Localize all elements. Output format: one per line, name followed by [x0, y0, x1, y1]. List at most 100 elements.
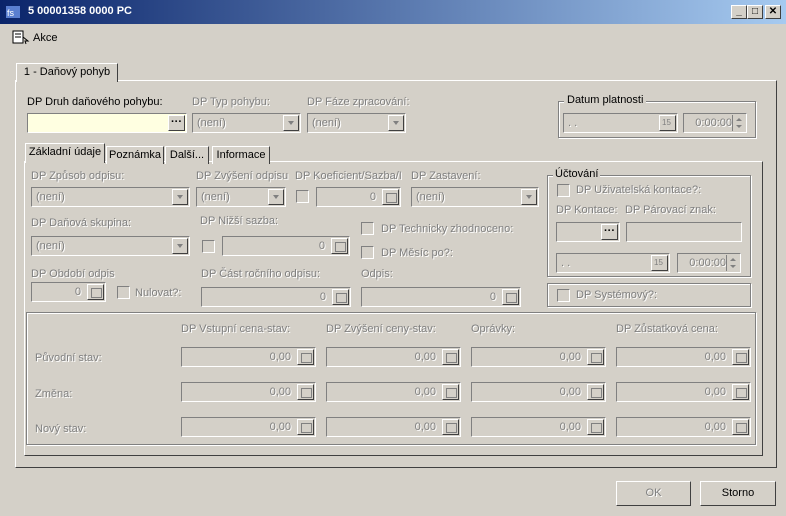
calculator-icon[interactable] [587, 384, 604, 400]
storno-button[interactable]: Storno [700, 481, 776, 506]
nizsi-checkbox[interactable] [202, 240, 215, 253]
grid-cell[interactable]: 0,00 [326, 347, 461, 367]
odpis-input[interactable]: 0 [361, 287, 521, 307]
kontace-label: DP Kontace: [556, 204, 618, 216]
calculator-icon[interactable] [332, 289, 349, 305]
chevron-down-icon[interactable] [283, 115, 299, 131]
close-button[interactable]: ✕ [765, 5, 781, 19]
grid-cell[interactable]: 0,00 [326, 382, 461, 402]
skupina-select[interactable]: (není) [31, 236, 190, 256]
calendar-icon[interactable]: 15 [651, 255, 668, 271]
zvyseni-select[interactable]: (není) [196, 187, 286, 207]
systemovy-label: DP Systémový?: [576, 289, 658, 301]
nulovat-label: Nulovat?: [135, 287, 182, 299]
ok-button[interactable]: OK [616, 481, 691, 506]
nulovat-checkbox[interactable] [117, 286, 130, 299]
calculator-icon[interactable] [587, 349, 604, 365]
chevron-down-icon[interactable] [172, 238, 188, 254]
grid-cell[interactable]: 0,00 [471, 382, 606, 402]
grid-header-zustatkova: DP Zůstatková cena: [616, 323, 718, 335]
uctovani-date-input[interactable]: . . 15 [556, 253, 670, 273]
calculator-icon[interactable] [442, 349, 459, 365]
zastaveni-select[interactable]: (není) [411, 187, 539, 207]
calculator-icon[interactable] [732, 419, 749, 435]
mesic-label: DP Měsíc po?: [381, 247, 453, 259]
cast-label: DP Část ročního odpisu: [201, 268, 321, 280]
koef-label: DP Koeficient/Sazba/I [295, 170, 402, 182]
calculator-icon[interactable] [331, 238, 348, 254]
parovaci-input[interactable] [626, 222, 742, 242]
grid-cell[interactable]: 0,00 [181, 382, 316, 402]
tab-zakladni-udaje[interactable]: Základní údaje [25, 143, 105, 163]
calendar-icon[interactable]: 15 [659, 115, 676, 131]
calculator-icon[interactable] [502, 289, 519, 305]
koef-input[interactable]: 0 [316, 187, 401, 207]
tech-label: DP Technicky zhodnoceno: [381, 223, 514, 235]
tech-checkbox[interactable] [361, 222, 374, 235]
spinner-icon[interactable] [726, 255, 739, 271]
grid-cell[interactable]: 0,00 [616, 382, 751, 402]
row-label-puvodni: Původní stav: [35, 352, 102, 364]
grid-cell[interactable]: 0,00 [181, 347, 316, 367]
typ-select[interactable]: (není) [192, 113, 301, 133]
faze-select[interactable]: (není) [307, 113, 406, 133]
zvyseni-label: DP Zvýšení odpisu [196, 170, 289, 182]
chevron-down-icon[interactable] [268, 189, 284, 205]
kontace-lookup-button[interactable]: ··· [601, 224, 618, 240]
calculator-icon[interactable] [297, 349, 314, 365]
grid-cell[interactable]: 0,00 [616, 347, 751, 367]
uziv-checkbox[interactable] [557, 184, 570, 197]
druh-input[interactable]: ··· [27, 113, 187, 133]
akce-icon[interactable] [12, 29, 30, 45]
grid-cell[interactable]: 0,00 [471, 417, 606, 437]
grid-header-vstupni: DP Vstupní cena-stav: [181, 323, 291, 335]
uziv-label: DP Uživatelská kontace?: [576, 184, 702, 196]
datum-label: Datum platnosti [564, 94, 647, 106]
calculator-icon[interactable] [87, 284, 104, 300]
grid-cell[interactable]: 0,00 [181, 417, 316, 437]
uctovani-time-input[interactable]: 0:00:00 [677, 253, 741, 273]
datum-date-input[interactable]: . . 15 [563, 113, 678, 133]
tab-poznamka[interactable]: Poznámka [106, 146, 164, 164]
calculator-icon[interactable] [442, 384, 459, 400]
tab-dalsi[interactable]: Další... [165, 146, 209, 164]
chevron-down-icon[interactable] [172, 189, 188, 205]
tab-danovy-pohyb[interactable]: 1 - Daňový pohyb [16, 63, 118, 82]
chevron-down-icon[interactable] [521, 189, 537, 205]
zpusob-select[interactable]: (není) [31, 187, 190, 207]
parovaci-label: DP Párovací znak: [625, 204, 716, 216]
tab-informace[interactable]: Informace [212, 146, 270, 164]
systemovy-checkbox[interactable] [557, 289, 570, 302]
datum-time-input[interactable]: 0:00:00 [683, 113, 747, 133]
calculator-icon[interactable] [297, 419, 314, 435]
calculator-icon[interactable] [732, 384, 749, 400]
druh-lookup-button[interactable]: ··· [168, 115, 185, 131]
akce-menu[interactable]: Akce [33, 32, 57, 44]
calculator-icon[interactable] [732, 349, 749, 365]
kontace-input[interactable]: ··· [556, 222, 620, 242]
calculator-icon[interactable] [587, 419, 604, 435]
app-icon: fs [5, 4, 21, 20]
uctovani-title: Účtování [553, 168, 601, 180]
minimize-button[interactable]: _ [731, 5, 747, 19]
calculator-icon[interactable] [382, 189, 399, 205]
row-label-novy: Nový stav: [35, 423, 87, 435]
calculator-icon[interactable] [442, 419, 459, 435]
grid-header-opravky: Oprávky: [471, 323, 516, 335]
spinner-icon[interactable] [732, 115, 745, 131]
grid-cell[interactable]: 0,00 [471, 347, 606, 367]
grid-cell[interactable]: 0,00 [326, 417, 461, 437]
odpis-label: Odpis: [361, 268, 393, 280]
obdobi-input[interactable]: 0 [31, 282, 106, 302]
nizsi-input[interactable]: 0 [222, 236, 350, 256]
grid-cell[interactable]: 0,00 [616, 417, 751, 437]
obdobi-label: DP Období odpis [31, 268, 115, 280]
maximize-button[interactable]: □ [747, 5, 763, 19]
calculator-icon[interactable] [297, 384, 314, 400]
koef-checkbox[interactable] [296, 190, 309, 203]
cast-input[interactable]: 0 [201, 287, 351, 307]
chevron-down-icon[interactable] [388, 115, 404, 131]
window-title: 5 00001358 0000 PC [28, 5, 132, 17]
typ-label: DP Typ pohybu: [192, 96, 270, 108]
mesic-checkbox[interactable] [361, 246, 374, 259]
